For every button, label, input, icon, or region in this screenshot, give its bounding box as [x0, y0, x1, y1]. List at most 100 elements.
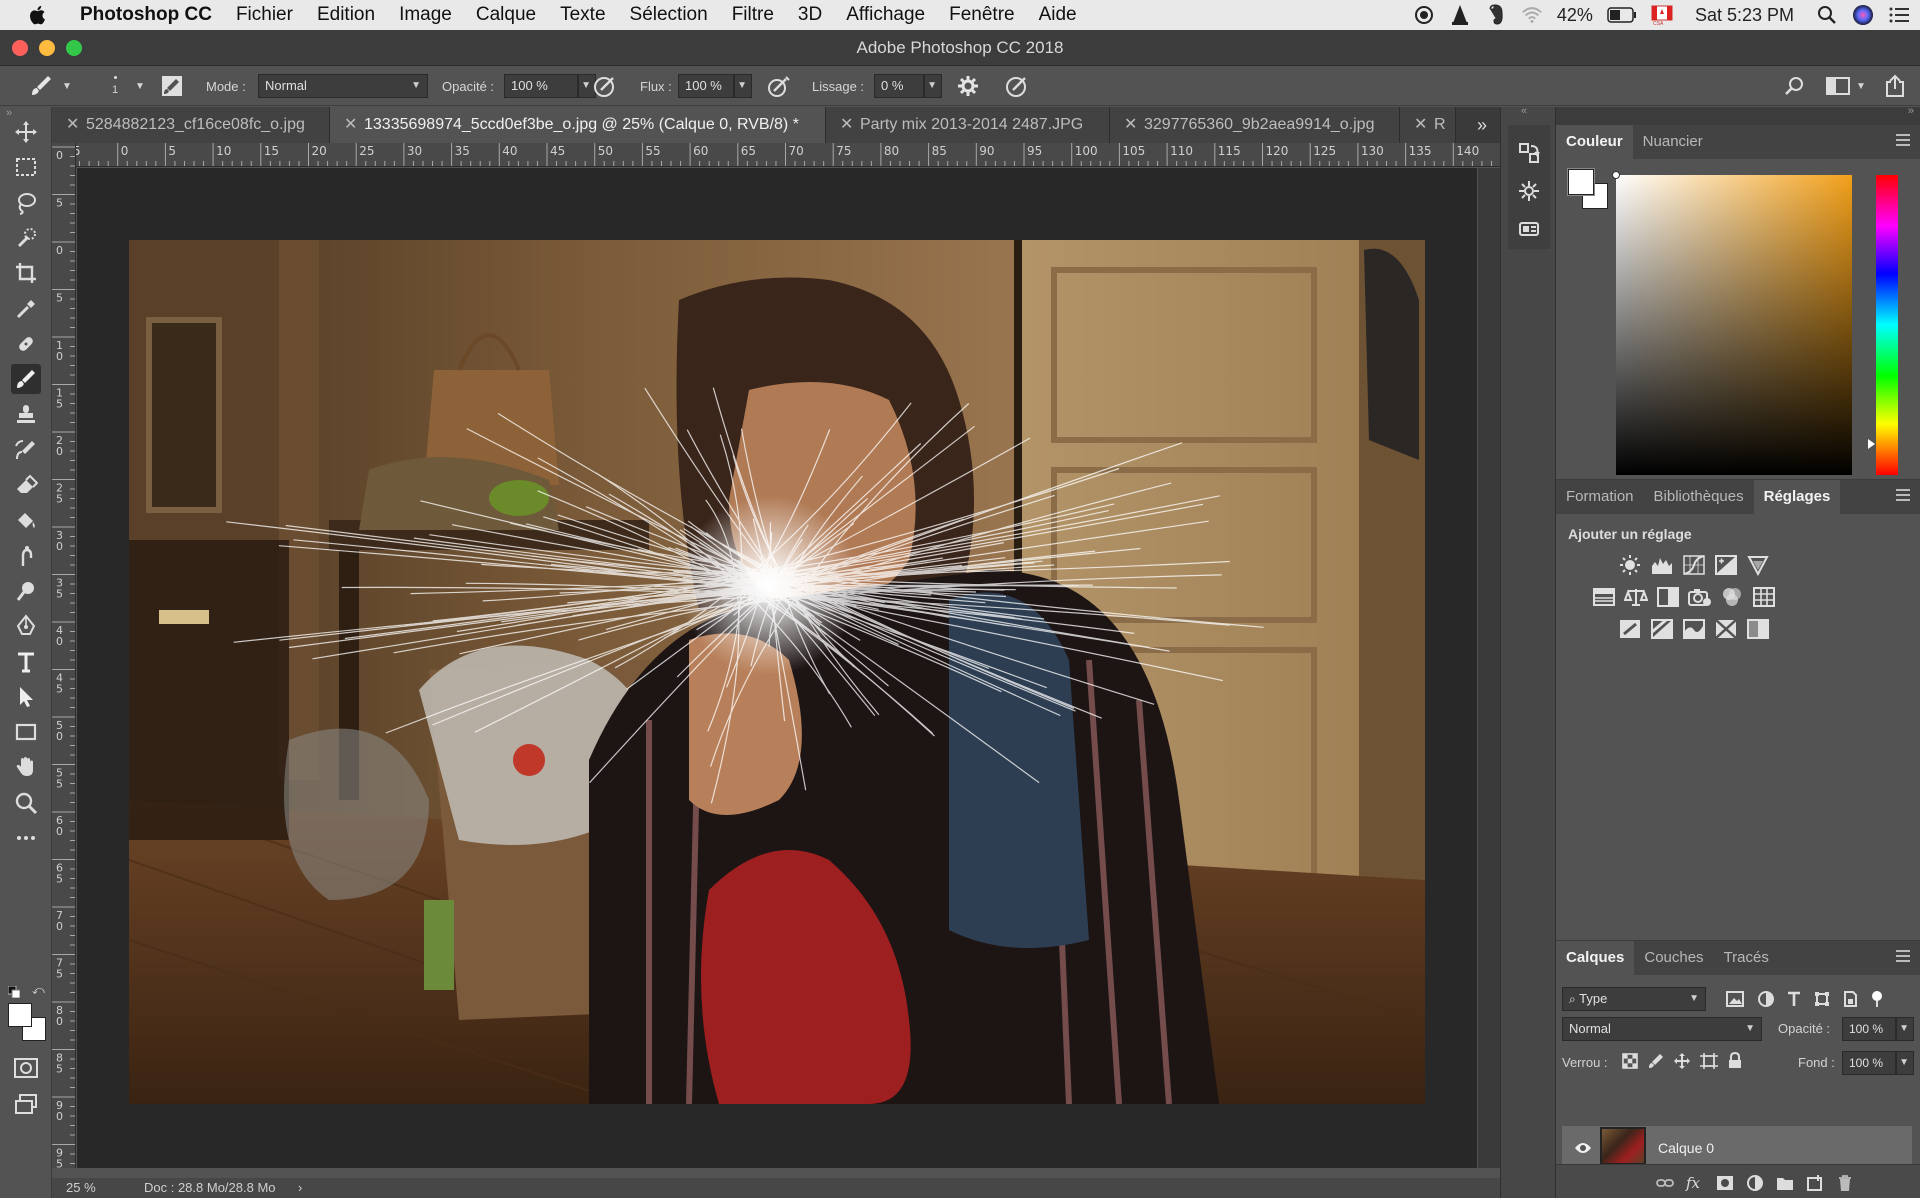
panel-menu-icon[interactable]: [1896, 134, 1910, 148]
history-brush-tool-button[interactable]: [11, 435, 41, 465]
tab-nuancier[interactable]: Nuancier: [1633, 125, 1713, 159]
list-icon[interactable]: [1888, 4, 1910, 26]
document-image[interactable]: [129, 240, 1425, 1104]
lock-image-pixels-icon[interactable]: [1648, 1053, 1664, 1069]
fill-slider-toggle[interactable]: ▼: [1896, 1051, 1914, 1075]
status-menu-arrow[interactable]: ›: [298, 1180, 302, 1195]
photo-filter-icon[interactable]: [1688, 586, 1712, 608]
color-field[interactable]: [1612, 171, 1852, 475]
smudge-tool-button[interactable]: [11, 541, 41, 571]
filter-shape-layers-icon[interactable]: [1814, 991, 1830, 1007]
hand-tool-button[interactable]: [11, 752, 41, 782]
quick-selection-tool-button[interactable]: [11, 223, 41, 253]
evernote-icon[interactable]: [1485, 4, 1507, 26]
history-panel-icon[interactable]: [1517, 141, 1541, 165]
clone-stamp-tool-button[interactable]: [11, 399, 41, 429]
smoothing-options-button[interactable]: [956, 66, 980, 106]
opacity-field[interactable]: 100 %: [504, 74, 578, 98]
record-icon[interactable]: [1413, 4, 1435, 26]
menu-affichage[interactable]: Affichage: [834, 4, 937, 26]
move-tool-button[interactable]: [11, 117, 41, 147]
tab-couches[interactable]: Couches: [1634, 941, 1713, 975]
crop-tool-button[interactable]: [11, 258, 41, 288]
tab-couleur[interactable]: Couleur: [1556, 125, 1633, 159]
wifi-icon[interactable]: [1521, 4, 1543, 26]
filter-type-layers-icon[interactable]: [1786, 991, 1802, 1007]
close-tab-icon[interactable]: ✕: [1414, 107, 1427, 143]
menu-photoshop[interactable]: Photoshop CC: [72, 4, 224, 26]
new-adjustment-layer-icon[interactable]: [1746, 1174, 1764, 1192]
gradient-map-icon[interactable]: [1714, 618, 1738, 640]
canvas-area[interactable]: [77, 168, 1477, 1168]
vibrance-icon[interactable]: [1746, 554, 1770, 576]
lock-transparent-pixels-icon[interactable]: [1622, 1053, 1638, 1069]
zoom-level[interactable]: 25 %: [66, 1180, 96, 1195]
pen-tool-button[interactable]: [11, 611, 41, 641]
add-mask-icon[interactable]: [1716, 1174, 1734, 1192]
black-white-icon[interactable]: [1656, 586, 1680, 608]
share-button[interactable]: [1884, 66, 1906, 106]
hue-slider-handle[interactable]: [1868, 439, 1875, 449]
menu-image[interactable]: Image: [387, 4, 464, 26]
menu-selection[interactable]: Sélection: [618, 4, 720, 26]
flux-field[interactable]: 100 %: [678, 74, 734, 98]
healing-brush-tool-button[interactable]: [11, 329, 41, 359]
lasso-tool-button[interactable]: [11, 188, 41, 218]
panel-menu-icon[interactable]: [1896, 950, 1910, 964]
properties-panel-icon[interactable]: [1517, 217, 1541, 241]
close-tab-icon[interactable]: ✕: [66, 107, 79, 143]
menu-texte[interactable]: Texte: [548, 4, 617, 26]
layer-style-fx-icon[interactable]: fx: [1686, 1174, 1704, 1192]
menu-filtre[interactable]: Filtre: [720, 4, 786, 26]
filter-smart-objects-icon[interactable]: [1842, 991, 1858, 1007]
brush-size-chevron-icon[interactable]: ▼: [135, 66, 145, 106]
tab-formation[interactable]: Formation: [1556, 480, 1644, 514]
close-tab-icon[interactable]: ✕: [344, 107, 357, 143]
pressure-opacity-button[interactable]: [592, 66, 618, 106]
document-tab-3[interactable]: ✕ Party mix 2013-2014 2487.JPG: [826, 107, 1110, 143]
collapse-panels-icon[interactable]: »: [1908, 105, 1914, 117]
rectangle-tool-button[interactable]: [11, 717, 41, 747]
tab-reglages[interactable]: Réglages: [1753, 480, 1841, 514]
panel-color-swatches[interactable]: [1567, 168, 1608, 209]
vertical-ruler[interactable]: 0505101520253035404550556065707580859095: [52, 143, 76, 1168]
menu-aide[interactable]: Aide: [1027, 4, 1089, 26]
filter-adjustment-layers-icon[interactable]: [1758, 991, 1774, 1007]
collapse-strip-icon[interactable]: «: [1521, 105, 1527, 117]
color-balance-icon[interactable]: [1624, 586, 1648, 608]
document-tab-5[interactable]: ✕ R: [1400, 107, 1456, 143]
flux-slider-toggle[interactable]: ▼: [734, 74, 752, 98]
eraser-tool-button[interactable]: [11, 470, 41, 500]
more-tabs-button[interactable]: »: [1464, 107, 1500, 143]
default-colors-icon[interactable]: [7, 985, 21, 1003]
threshold-icon[interactable]: [1682, 618, 1706, 640]
menu-calque[interactable]: Calque: [464, 4, 548, 26]
eyedropper-tool-button[interactable]: [11, 294, 41, 324]
new-layer-icon[interactable]: [1806, 1174, 1824, 1192]
paint-bucket-tool-button[interactable]: [11, 505, 41, 535]
menu-fichier[interactable]: Fichier: [224, 4, 305, 26]
close-tab-icon[interactable]: ✕: [840, 107, 853, 143]
channel-mixer-icon[interactable]: [1720, 586, 1744, 608]
brightness-contrast-icon[interactable]: [1618, 554, 1642, 576]
new-group-icon[interactable]: [1776, 1174, 1794, 1192]
siri-icon[interactable]: [1852, 4, 1874, 26]
search-button[interactable]: [1784, 66, 1806, 106]
link-layers-icon[interactable]: [1656, 1174, 1674, 1192]
apple-icon[interactable]: [26, 3, 50, 27]
lock-artboard-icon[interactable]: [1700, 1053, 1718, 1069]
foreground-color-swatch[interactable]: [1567, 168, 1595, 196]
blend-mode-select[interactable]: Normal ▼: [1562, 1017, 1762, 1041]
hue-slider[interactable]: [1868, 175, 1898, 475]
color-lookup-icon[interactable]: [1752, 586, 1776, 608]
marquee-tool-button[interactable]: [11, 152, 41, 182]
posterize-icon[interactable]: [1650, 618, 1674, 640]
type-tool-button[interactable]: [11, 647, 41, 677]
document-size[interactable]: Doc : 28.8 Mo/28.8 Mo: [144, 1180, 276, 1195]
menu-fenetre[interactable]: Fenêtre: [937, 4, 1026, 26]
mode-select[interactable]: Normal ▼: [258, 74, 428, 98]
hue-saturation-icon[interactable]: [1592, 586, 1616, 608]
more-tools-button[interactable]: [11, 823, 41, 853]
lock-position-icon[interactable]: [1674, 1053, 1690, 1069]
fill-field[interactable]: 100 %: [1842, 1051, 1896, 1075]
